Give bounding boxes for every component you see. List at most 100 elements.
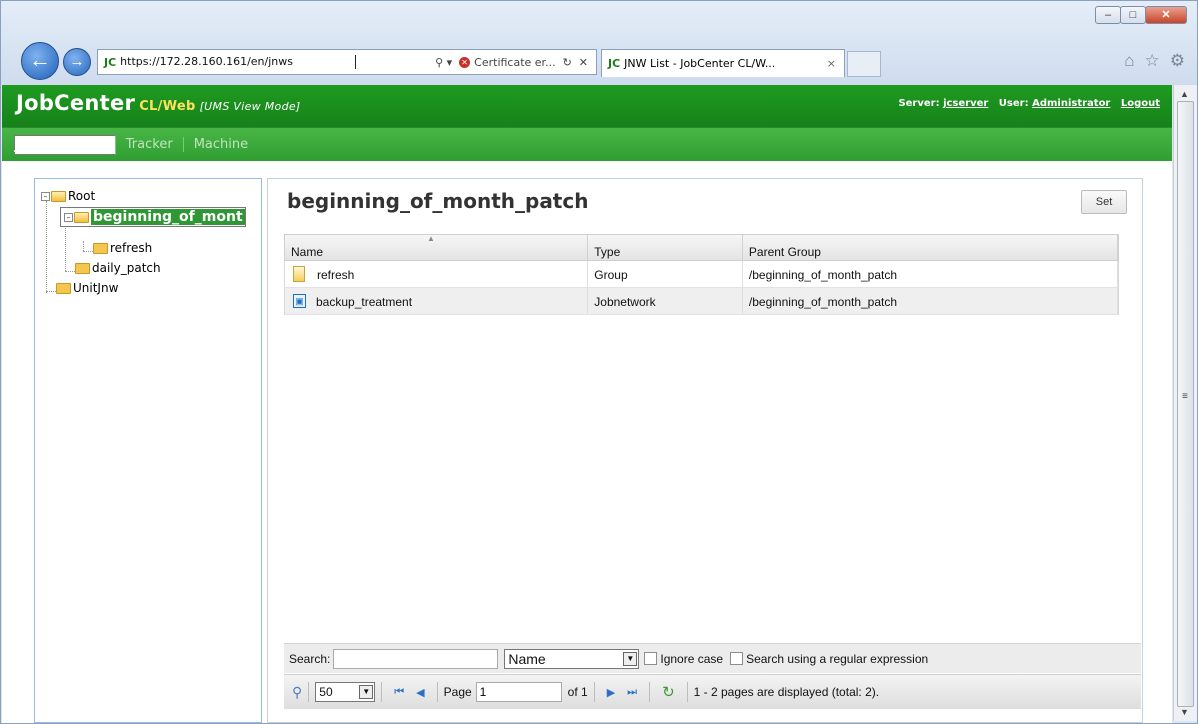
chevron-down-icon[interactable]: ▼ bbox=[623, 651, 638, 666]
browser-window: – □ ✕ ← → JC https://172.28.160.161/en/j… bbox=[0, 0, 1198, 724]
app-logo: JobCenter CL/Web [UMS View Mode] bbox=[16, 91, 301, 115]
page-scrollbar[interactable]: ▲ ≡ ▼ bbox=[1173, 85, 1197, 721]
nav-jobnetwork[interactable]: Jobnetwork bbox=[14, 134, 116, 155]
server-label: Server: bbox=[898, 98, 940, 109]
tree-label-selected: beginning_of_mont bbox=[91, 209, 245, 225]
certificate-error-label[interactable]: Certificate er... bbox=[474, 56, 555, 69]
close-window-button[interactable]: ✕ bbox=[1145, 6, 1187, 24]
search-label: Search: bbox=[289, 651, 331, 666]
address-bar[interactable]: JC https://172.28.160.161/en/jnws ⚲ ▾ ✕ … bbox=[97, 49, 597, 75]
site-badge: JC bbox=[104, 55, 117, 69]
first-page-icon[interactable]: ⏮ bbox=[394, 686, 404, 699]
page-size-select[interactable]: 50 ▼ bbox=[315, 682, 376, 702]
tree-label-daily: daily_patch bbox=[92, 261, 161, 275]
magnifier-icon[interactable]: ⚲ bbox=[292, 684, 302, 701]
tree-node-daily-patch[interactable]: daily_patch bbox=[75, 259, 161, 277]
page-size-value: 50 bbox=[319, 685, 333, 699]
column-header-parent-group[interactable]: Parent Group bbox=[743, 235, 1118, 260]
tree-label-unitjnw: UnitJnw bbox=[73, 281, 119, 295]
collapse-icon[interactable]: – bbox=[41, 191, 50, 201]
cell-name: ▣ backup_treatment bbox=[285, 288, 589, 314]
new-tab-button[interactable] bbox=[847, 51, 881, 77]
forward-arrow-icon[interactable]: → bbox=[63, 48, 91, 76]
tab-close-icon[interactable]: × bbox=[827, 57, 836, 70]
folder-icon bbox=[56, 282, 71, 294]
ignore-case-checkbox[interactable] bbox=[644, 652, 658, 665]
tab-jnw-list[interactable]: JC JNW List - JobCenter CL/W... × bbox=[601, 49, 845, 77]
column-header-type[interactable]: Type bbox=[588, 235, 743, 260]
user-label: User: bbox=[998, 98, 1029, 109]
collapse-icon[interactable]: – bbox=[64, 212, 73, 222]
folder-icon bbox=[75, 262, 90, 274]
table-row[interactable]: refresh Group /beginning_of_month_patch bbox=[284, 261, 1119, 288]
cell-type: Group bbox=[588, 261, 743, 287]
page-label: Page bbox=[443, 685, 472, 699]
toolbar-separator bbox=[436, 682, 438, 702]
cell-name: refresh bbox=[285, 261, 589, 287]
view-mode: [UMS View Mode] bbox=[199, 100, 301, 113]
tree-connector bbox=[46, 291, 56, 292]
refresh-icon[interactable]: ↻ bbox=[662, 683, 675, 701]
logout-link[interactable]: Logout bbox=[1121, 98, 1160, 109]
scroll-up-icon[interactable]: ▲ bbox=[1180, 89, 1189, 99]
page-title: beginning_of_month_patch bbox=[287, 189, 589, 213]
prev-page-icon[interactable]: ◀ bbox=[416, 686, 424, 699]
jnw-grid: Name ▲ Type Parent Group refresh Group /b… bbox=[284, 234, 1119, 315]
tree-node-root[interactable]: – Root bbox=[41, 187, 95, 205]
certificate-error-icon: ✕ bbox=[459, 56, 471, 68]
user-link[interactable]: Administrator bbox=[1032, 98, 1110, 109]
search-icon[interactable]: ⚲ ▾ bbox=[435, 56, 452, 69]
main-nav: Jobnetwork Tracker Machine bbox=[2, 127, 1172, 161]
minimize-button[interactable]: – bbox=[1095, 6, 1121, 24]
search-toolbar: Search: Name ▼ Ignore case Search using … bbox=[284, 643, 1141, 673]
tab-site-badge: JC bbox=[608, 57, 621, 70]
gear-icon[interactable]: ⚙ bbox=[1170, 51, 1185, 71]
refresh-icon[interactable]: ↻ bbox=[563, 56, 572, 69]
scroll-grip-icon: ≡ bbox=[1182, 391, 1188, 402]
toolbar-separator bbox=[308, 682, 310, 702]
group-icon bbox=[293, 266, 305, 282]
set-button[interactable]: Set bbox=[1081, 190, 1127, 214]
nav-machine[interactable]: Machine bbox=[184, 137, 258, 152]
address-controls: ⚲ ▾ ✕ Certificate er... ↻ ✕ bbox=[435, 56, 596, 69]
tree-connector bbox=[65, 271, 75, 272]
search-field-select[interactable]: Name ▼ bbox=[504, 648, 640, 669]
nav-tracker[interactable]: Tracker bbox=[116, 137, 184, 152]
stop-icon[interactable]: ✕ bbox=[579, 56, 588, 69]
table-row[interactable]: ▣ backup_treatment Jobnetwork /beginning_… bbox=[284, 288, 1119, 315]
tree-node-refresh[interactable]: refresh bbox=[93, 239, 152, 257]
scroll-down-icon[interactable]: ▼ bbox=[1180, 707, 1189, 717]
column-header-name[interactable]: Name ▲ bbox=[285, 234, 589, 260]
cell-parent: /beginning_of_month_patch bbox=[743, 261, 1118, 287]
tree-node-beginning-of-month[interactable]: – beginning_of_mont bbox=[60, 207, 246, 227]
tree-connector bbox=[83, 251, 93, 252]
back-arrow-icon[interactable]: ← bbox=[21, 42, 59, 80]
address-input[interactable]: https://172.28.160.161/en/jnws bbox=[120, 55, 357, 69]
jnw-list-panel: beginning_of_month_patch Set Name ▲ Type … bbox=[267, 178, 1143, 723]
main-content: – Root – beginning_of_mont refresh daily… bbox=[2, 161, 1172, 723]
cell-parent: /beginning_of_month_patch bbox=[743, 288, 1118, 314]
toolbar-separator bbox=[649, 682, 651, 702]
regex-label: Search using a regular expression bbox=[746, 651, 929, 666]
toolbar-separator bbox=[381, 682, 383, 702]
sort-ascending-icon: ▲ bbox=[427, 234, 435, 243]
favorites-star-icon[interactable]: ☆ bbox=[1145, 51, 1160, 71]
chevron-down-icon[interactable]: ▼ bbox=[359, 685, 374, 699]
server-link[interactable]: jcserver bbox=[943, 98, 988, 109]
regex-checkbox[interactable] bbox=[730, 652, 744, 665]
search-input[interactable] bbox=[333, 648, 499, 669]
folder-tree: – Root – beginning_of_mont refresh daily… bbox=[34, 178, 262, 723]
scroll-thumb[interactable] bbox=[1177, 101, 1194, 707]
next-page-icon[interactable]: ▶ bbox=[607, 686, 615, 699]
brand-name: JobCenter bbox=[16, 91, 136, 115]
last-page-icon[interactable]: ⏭ bbox=[627, 686, 637, 699]
row-name: backup_treatment bbox=[316, 295, 413, 309]
tree-label-root: Root bbox=[68, 189, 96, 203]
tree-node-unitjnw[interactable]: UnitJnw bbox=[56, 279, 118, 297]
maximize-button[interactable]: □ bbox=[1120, 6, 1146, 24]
page-input[interactable] bbox=[475, 682, 562, 702]
home-icon[interactable]: ⌂ bbox=[1124, 51, 1134, 71]
ignore-case-label: Ignore case bbox=[660, 651, 724, 666]
toolbar-separator bbox=[686, 682, 688, 702]
folder-open-icon bbox=[51, 190, 66, 202]
